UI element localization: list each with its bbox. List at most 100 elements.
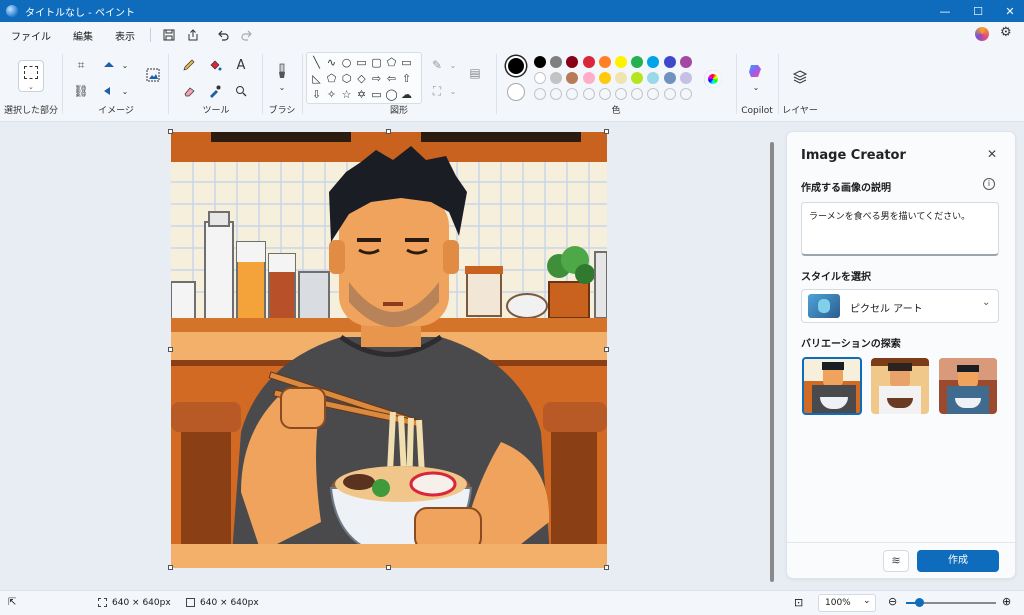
fill-bucket-icon[interactable] [206, 56, 224, 74]
color-swatch[interactable] [566, 56, 579, 68]
color-swatch[interactable] [615, 56, 627, 68]
zoom-out-icon[interactable]: ⊖ [888, 595, 897, 608]
note-shape-icon[interactable]: ▭ [400, 56, 413, 69]
edit-colors-icon[interactable] [704, 70, 722, 88]
menu-file[interactable]: ファイル [2, 28, 60, 43]
create-button[interactable]: 作成 [917, 550, 999, 572]
info-icon[interactable]: i [983, 178, 995, 190]
color-swatch[interactable] [566, 72, 579, 84]
undo-icon[interactable] [211, 25, 235, 45]
resize-handle[interactable] [168, 347, 173, 352]
custom-color-slot[interactable] [566, 88, 579, 100]
custom-color-slot[interactable] [631, 88, 644, 100]
shapes-gallery[interactable]: ╲ ∿ ○ ▭ ▢ ⬠ ▭ ◺ ⬠ ⬡ ◇ ⇨ ⇦ ⇧ ⇩ ✧ ☆ ✡ ▭ ◯ … [306, 52, 422, 104]
callout-rect-icon[interactable]: ▭ [370, 88, 383, 101]
arrow-left-shape-icon[interactable]: ⇦ [385, 72, 398, 85]
callout-oval-icon[interactable]: ◯ [385, 88, 398, 101]
callout-cloud-icon[interactable]: ☁ [400, 88, 413, 101]
maximize-button[interactable]: ☐ [961, 0, 995, 22]
eraser-icon[interactable] [180, 82, 198, 100]
zoom-slider-thumb[interactable] [914, 598, 924, 607]
vertical-scrollbar[interactable] [770, 142, 774, 582]
diamond-shape-icon[interactable]: ◇ [355, 72, 368, 85]
custom-color-slot[interactable] [615, 88, 627, 100]
image-generate-icon[interactable] [144, 66, 162, 84]
color-swatch[interactable] [647, 72, 660, 84]
prompt-textarea[interactable]: ラーメンを食べる男を描いてください。 [801, 202, 999, 256]
color-swatch[interactable] [550, 56, 563, 68]
custom-color-slot[interactable] [679, 88, 692, 100]
variation-thumbnail-3[interactable] [939, 358, 997, 414]
resize-handle[interactable] [386, 129, 391, 134]
rotate-dropdown-icon[interactable]: ⌄ [116, 56, 134, 74]
crop-icon[interactable]: ⌗ [72, 56, 90, 74]
copilot-dropdown-icon[interactable]: ⌄ [747, 78, 765, 96]
custom-color-slot[interactable] [582, 88, 595, 100]
resize-handle[interactable] [604, 129, 609, 134]
close-panel-icon[interactable]: ✕ [987, 147, 997, 161]
brush-dropdown-icon[interactable]: ⌄ [273, 78, 291, 96]
resize-handle[interactable] [168, 565, 173, 570]
zoom-select[interactable]: 100% ⌄ [818, 594, 876, 612]
color-swatch[interactable] [679, 56, 692, 68]
custom-color-slot[interactable] [598, 88, 611, 100]
resize-handle[interactable] [604, 347, 609, 352]
six-point-star-icon[interactable]: ✡ [355, 88, 368, 101]
drawing-canvas[interactable] [171, 132, 607, 568]
variation-thumbnail-2[interactable] [871, 358, 929, 414]
color-swatch[interactable] [647, 56, 660, 68]
arrow-up-shape-icon[interactable]: ⇧ [400, 72, 413, 85]
arrow-down-shape-icon[interactable]: ⇩ [310, 88, 323, 101]
settings-gear-icon[interactable]: ⚙ [1000, 25, 1012, 40]
resize-handle[interactable] [168, 129, 173, 134]
color-swatch[interactable] [631, 72, 644, 84]
color-swatch[interactable] [598, 56, 611, 68]
zoom-in-icon[interactable]: ⊕ [1002, 595, 1011, 608]
pentagon-shape-icon[interactable]: ⬠ [325, 72, 338, 85]
layers-icon[interactable] [791, 68, 809, 86]
magnifier-icon[interactable] [232, 82, 250, 100]
color-swatch[interactable] [534, 56, 546, 68]
oval-shape-icon[interactable]: ○ [340, 56, 353, 69]
color-swatch[interactable] [582, 56, 595, 68]
primary-color-swatch[interactable] [506, 56, 526, 76]
color-swatch[interactable] [550, 72, 563, 84]
custom-color-slot[interactable] [534, 88, 546, 100]
color-swatch[interactable] [534, 72, 546, 84]
custom-color-slot[interactable] [550, 88, 563, 100]
pencil-icon[interactable] [180, 56, 198, 74]
custom-color-slot[interactable] [647, 88, 660, 100]
five-point-star-icon[interactable]: ☆ [340, 88, 353, 101]
share-icon[interactable] [181, 25, 205, 45]
custom-color-slot[interactable] [663, 88, 676, 100]
curve-shape-icon[interactable]: ∿ [325, 56, 338, 69]
text-tool-icon[interactable]: A [232, 56, 250, 74]
menu-edit[interactable]: 編集 [64, 28, 102, 43]
menu-view[interactable]: 表示 [106, 28, 144, 43]
resize-handle[interactable] [386, 565, 391, 570]
line-shape-icon[interactable]: ╲ [310, 56, 323, 69]
rounded-rectangle-shape-icon[interactable]: ▢ [370, 56, 383, 69]
minimize-button[interactable]: — [928, 0, 962, 22]
color-swatch[interactable] [598, 72, 611, 84]
color-swatch[interactable] [615, 72, 627, 84]
account-avatar[interactable] [975, 27, 989, 41]
color-swatch[interactable] [679, 72, 692, 84]
rectangle-shape-icon[interactable]: ▭ [355, 56, 368, 69]
style-select[interactable]: ピクセル アート ⌄ [801, 289, 999, 323]
fit-to-window-icon[interactable]: ⊡ [794, 596, 803, 609]
variation-thumbnail-1[interactable] [802, 357, 862, 415]
save-icon[interactable] [157, 25, 181, 45]
four-point-star-icon[interactable]: ✧ [325, 88, 338, 101]
select-button[interactable]: ⌄ [18, 60, 44, 92]
right-triangle-shape-icon[interactable]: ◺ [310, 72, 323, 85]
color-swatch[interactable] [631, 56, 644, 68]
close-window-button[interactable]: ✕ [993, 0, 1024, 22]
color-swatch[interactable] [663, 72, 676, 84]
flip-dropdown-icon[interactable]: ⌄ [116, 82, 134, 100]
zoom-slider[interactable] [906, 598, 996, 607]
color-swatch[interactable] [663, 56, 676, 68]
credits-icon[interactable]: ≋ [883, 550, 909, 572]
polygon-shape-icon[interactable]: ⬠ [385, 56, 398, 69]
resize-icon[interactable]: ⛓ [72, 82, 90, 100]
